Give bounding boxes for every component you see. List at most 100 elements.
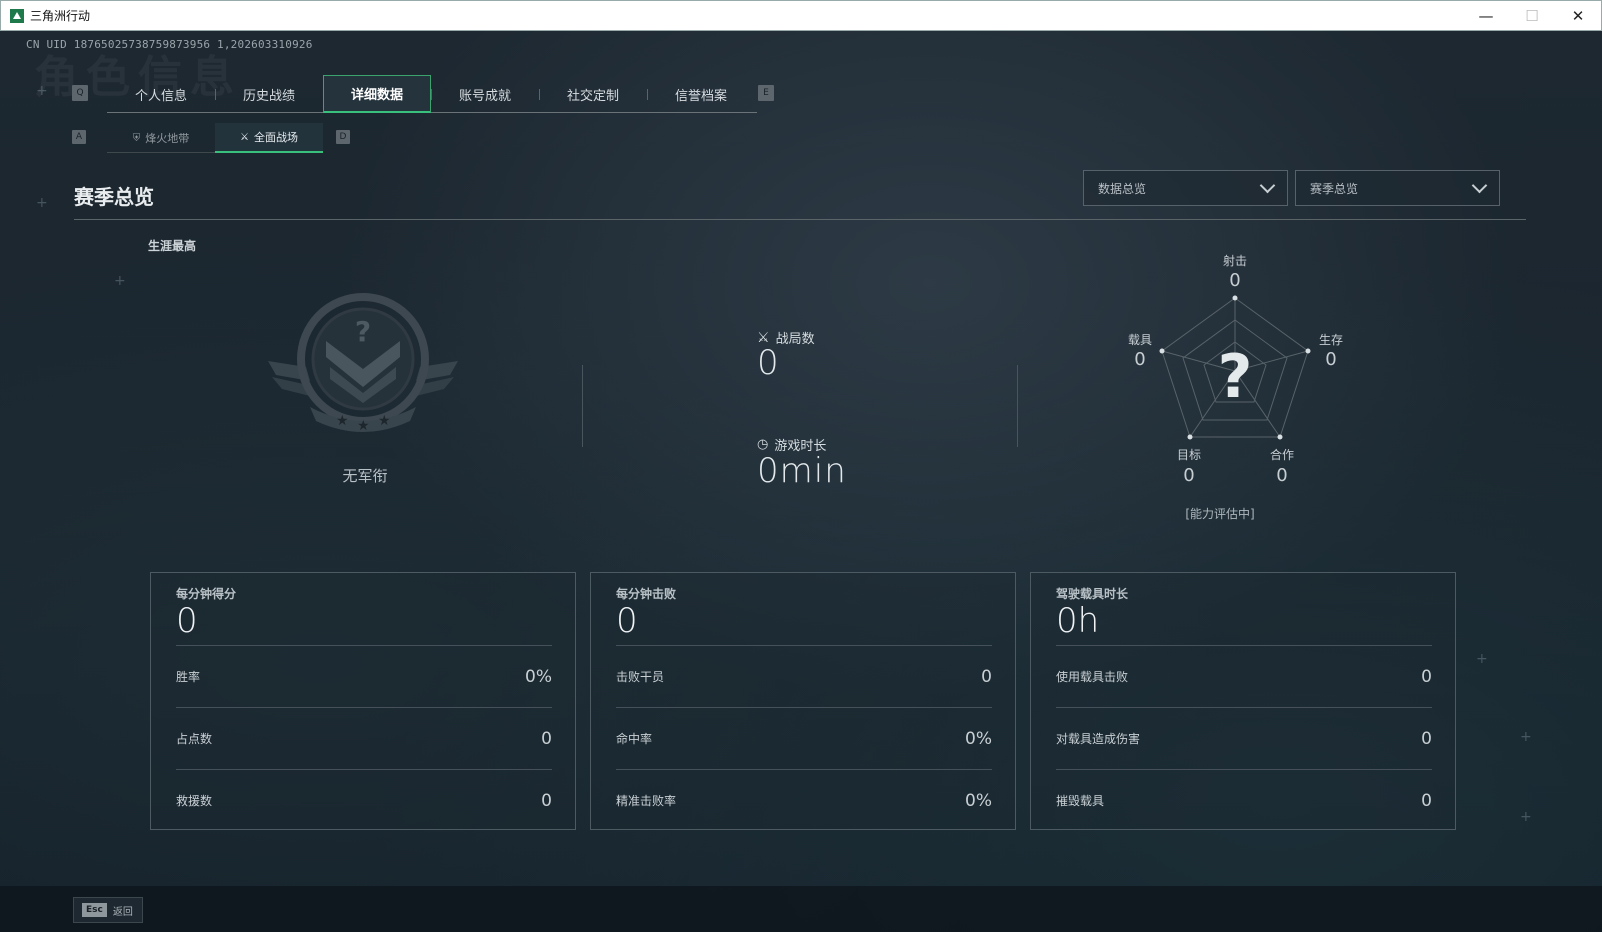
stat-row-label: 击败干员: [616, 670, 665, 684]
decor-plus-icon: +: [1476, 651, 1488, 667]
stat-row: 命中率 0%: [616, 707, 992, 769]
decor-plus-icon: +: [1520, 729, 1532, 745]
window-titlebar: 三角洲行动 — ☐ ✕: [0, 0, 1602, 31]
season-overview-dropdown[interactable]: 赛季总览: [1295, 170, 1500, 206]
radar-axis-survival-value: 0: [1325, 349, 1337, 370]
section-divider: [74, 219, 1526, 220]
esc-key-hint: Esc: [82, 903, 107, 917]
stat-row-label: 精准击败率: [616, 794, 677, 808]
radar-axis-objective-label: 目标: [1176, 448, 1201, 462]
svg-text:★: ★: [336, 413, 349, 429]
stat-row-value: 0: [1421, 666, 1432, 687]
vehicle-stats-card: 驾驶载具时长 0h 使用载具击败 0 对载具造成伤害 0 摧毁载具 0: [1030, 572, 1456, 830]
stat-row: 使用载具击败 0: [1056, 645, 1432, 707]
kill-stats-card: 每分钟击败 0 击败干员 0 命中率 0% 精准击败率 0%: [590, 572, 1016, 830]
game-scene: 角色信息 CN UID 18765025738759873956 1,20260…: [0, 31, 1602, 932]
radar-axis-shooting-label: 射击: [1222, 254, 1247, 268]
tab-label: 信誉档案: [674, 88, 727, 104]
stat-row-label: 对载具造成伤害: [1056, 732, 1141, 746]
tab-prev-key-hint[interactable]: Q: [72, 85, 88, 101]
stat-row: 击败干员 0: [616, 645, 992, 707]
close-button[interactable]: ✕: [1555, 1, 1601, 31]
stat-row: 精准击败率 0%: [616, 769, 992, 831]
tab-next-key-hint[interactable]: E: [758, 85, 774, 101]
tab-label: 个人信息: [134, 88, 187, 104]
card-title: 每分钟得分: [176, 587, 237, 601]
tab-match-history[interactable]: 历史战绩: [215, 75, 323, 113]
tab-social[interactable]: 社交定制: [539, 75, 647, 113]
stat-row-label: 使用载具击败: [1056, 670, 1129, 684]
svg-text:★: ★: [357, 418, 370, 434]
radar-axis-objective-value: 0: [1183, 465, 1195, 486]
stat-row: 占点数 0: [176, 707, 552, 769]
matches-value: 0: [757, 343, 780, 383]
radar-unknown-icon: ?: [1218, 342, 1253, 412]
chevron-down-icon: [1471, 177, 1488, 193]
subtab-label: 烽火地带: [145, 132, 190, 145]
stat-row-value: 0: [541, 790, 552, 811]
tab-detailed-data[interactable]: 详细数据: [323, 75, 431, 113]
stat-row-value: 0: [541, 728, 552, 749]
decor-plus-icon: +: [1520, 809, 1532, 825]
column-divider: [1017, 365, 1018, 447]
section-title: 赛季总览: [74, 185, 154, 209]
stat-row-value: 0%: [965, 728, 992, 749]
career-best-label: 生涯最高: [148, 239, 197, 253]
tab-label: 账号成就: [458, 88, 511, 104]
window-title: 三角洲行动: [30, 9, 91, 23]
rank-emblem-icon: ? ★ ★ ★: [268, 293, 458, 434]
radar-axis-survival-label: 生存: [1318, 333, 1343, 347]
card-value: 0h: [1056, 601, 1100, 641]
stat-row-value: 0: [1421, 790, 1432, 811]
decor-plus-icon: +: [114, 273, 126, 289]
stat-row-value: 0: [1421, 728, 1432, 749]
card-value: 0: [176, 601, 198, 641]
subtab-hazard-zone[interactable]: ⛨ 烽火地带: [107, 123, 215, 153]
card-value: 0: [616, 601, 638, 641]
mode-subtabbar: ⛨ 烽火地带 ⚔ 全面战场: [107, 123, 323, 153]
dropdown-value: 赛季总览: [1310, 181, 1359, 196]
tab-label: 历史战绩: [242, 88, 295, 104]
card-title: 驾驶载具时长: [1056, 587, 1129, 601]
radar-axis-teamwork-label: 合作: [1269, 448, 1294, 462]
radar-axis-vehicle-label: 载具: [1127, 333, 1152, 347]
subtab-full-battlefield[interactable]: ⚔ 全面战场: [215, 123, 323, 153]
stat-row: 摧毁载具 0: [1056, 769, 1432, 831]
player-uid: CN UID 18765025738759873956 1,2026033109…: [26, 38, 313, 51]
data-overview-dropdown[interactable]: 数据总览: [1083, 170, 1288, 206]
subtab-next-key-hint[interactable]: D: [336, 130, 350, 144]
bottom-bar: Esc 返回: [0, 886, 1602, 932]
subtab-prev-key-hint[interactable]: A: [72, 130, 86, 144]
stat-row: 救援数 0: [176, 769, 552, 831]
clock-icon: ◷: [757, 437, 769, 452]
score-stats-card: 每分钟得分 0 胜率 0% 占点数 0 救援数 0: [150, 572, 576, 830]
subtab-label: 全面战场: [253, 131, 298, 144]
decor-plus-icon: +: [36, 83, 48, 99]
main-tabbar: 个人信息 历史战绩 详细数据 账号成就 社交定制 信誉档案: [107, 75, 757, 113]
app-logo-icon: [10, 8, 24, 23]
dropdown-value: 数据总览: [1098, 181, 1147, 196]
maximize-button[interactable]: ☐: [1509, 1, 1555, 31]
stat-row: 对载具造成伤害 0: [1056, 707, 1432, 769]
card-title: 每分钟击败: [616, 587, 677, 601]
tab-personal-info[interactable]: 个人信息: [107, 75, 215, 113]
stat-row-value: 0: [981, 666, 992, 687]
decor-plus-icon: +: [36, 195, 48, 211]
stat-row-label: 摧毁载具: [1056, 794, 1105, 808]
stat-row-value: 0%: [525, 666, 552, 687]
tab-label: 社交定制: [566, 88, 619, 104]
matches-label: 战局数: [775, 332, 815, 347]
chevron-down-icon: [1259, 177, 1276, 193]
radar-axis-shooting-value: 0: [1229, 270, 1241, 291]
stat-row-label: 胜率: [176, 670, 201, 684]
window-controls: — ☐ ✕: [1463, 1, 1601, 31]
playtime-value: 0min: [757, 451, 847, 491]
minimize-button[interactable]: —: [1463, 1, 1509, 31]
back-button[interactable]: Esc 返回: [73, 897, 143, 923]
tab-credit-record[interactable]: 信誉档案: [647, 75, 755, 113]
svg-text:★: ★: [378, 413, 391, 429]
back-label: 返回: [112, 906, 133, 918]
tab-achievements[interactable]: 账号成就: [431, 75, 539, 113]
column-divider: [582, 365, 583, 447]
stat-row: 胜率 0%: [176, 645, 552, 707]
